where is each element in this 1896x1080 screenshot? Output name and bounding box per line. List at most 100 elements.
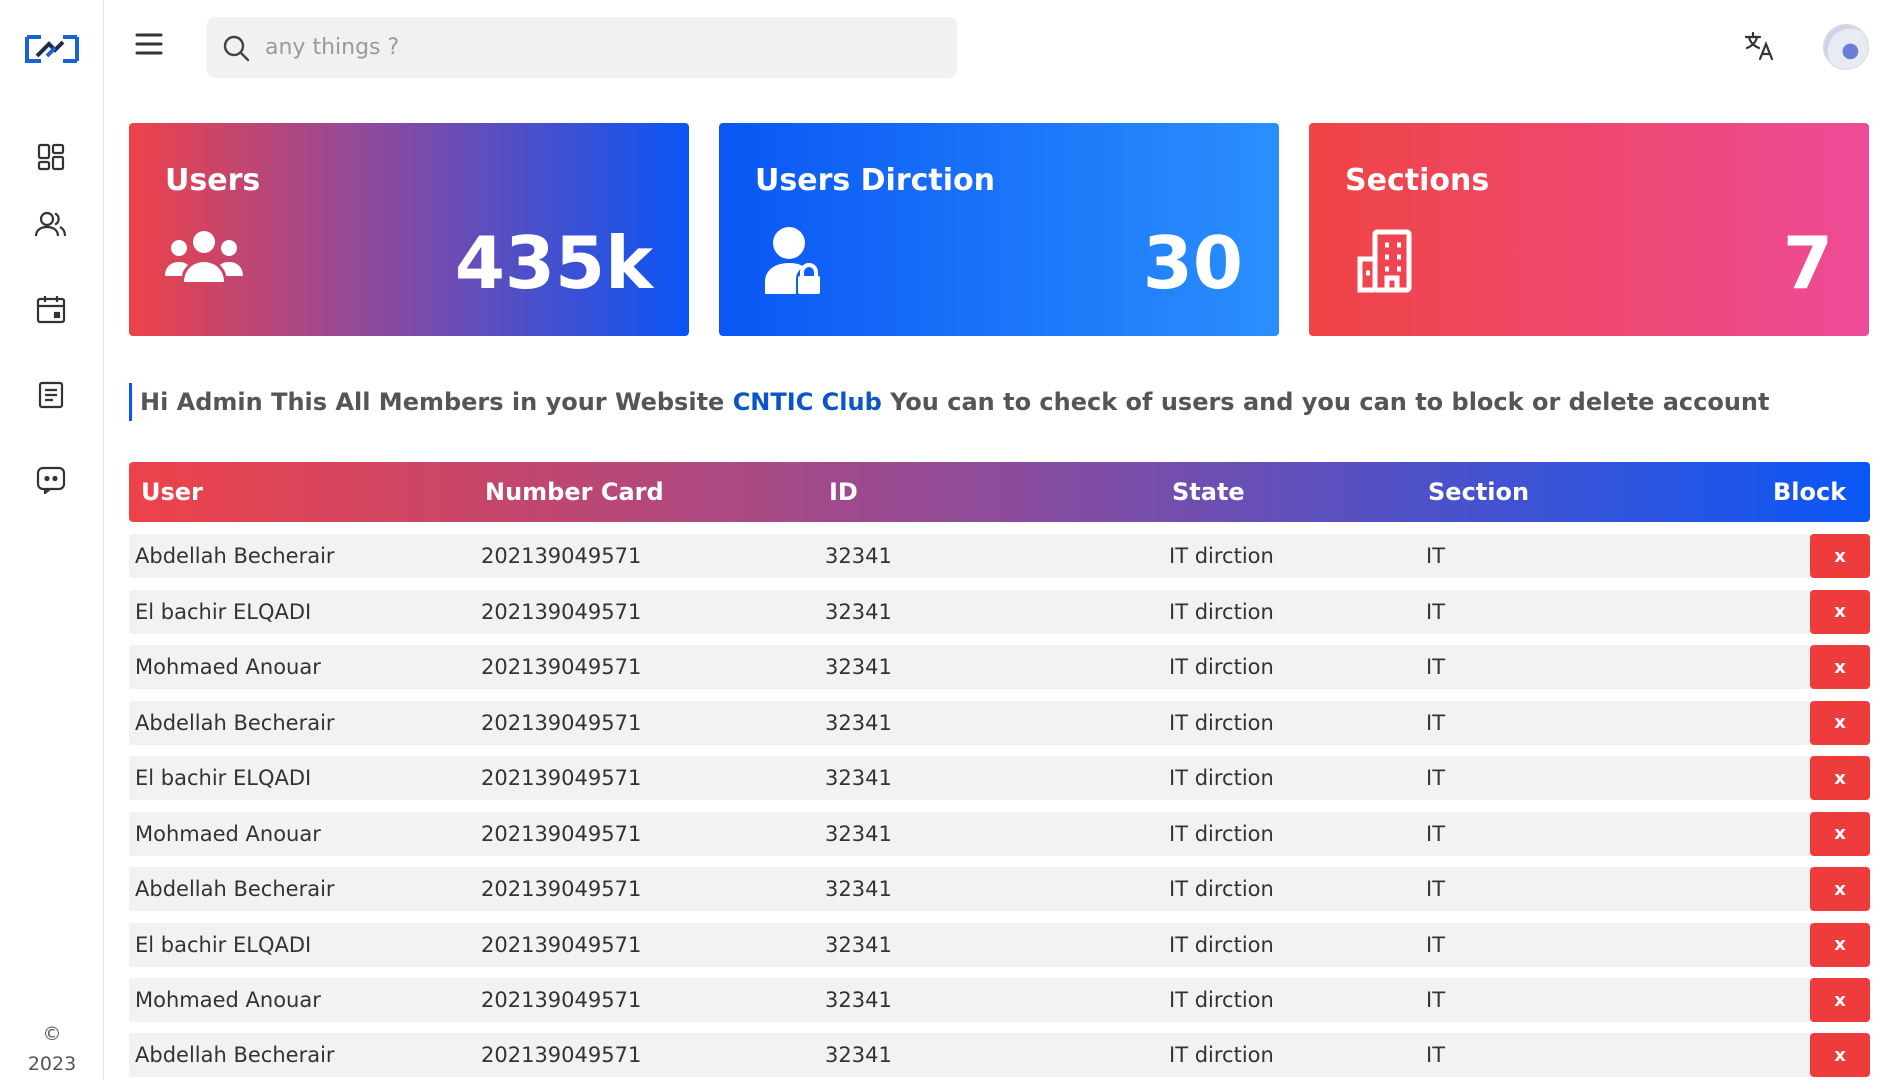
cell-user: El bachir ELQADI — [135, 766, 312, 790]
block-button[interactable]: x — [1810, 1033, 1870, 1077]
cell-id: 32341 — [825, 821, 892, 846]
cell-state: IT dirction — [1169, 988, 1274, 1012]
cell-id: 32341 — [825, 1043, 892, 1067]
col-header-section[interactable]: Section — [1428, 462, 1529, 522]
block-button[interactable]: x — [1810, 645, 1870, 689]
translate-icon[interactable] — [1744, 30, 1778, 64]
table-row: Mohmaed Anouar 202139049571 32341 IT dir… — [129, 978, 1870, 1022]
cell-number-card: 202139049571 — [481, 932, 642, 957]
cell-state: IT dirction — [1169, 655, 1274, 679]
stat-title: Users — [165, 163, 261, 198]
building-icon — [1355, 229, 1413, 297]
cell-section: IT — [1426, 766, 1446, 790]
cell-section: IT — [1426, 655, 1446, 679]
col-header-block[interactable]: Block — [1773, 462, 1846, 522]
users-icon[interactable] — [34, 207, 68, 241]
stat-value: 7 — [1782, 221, 1833, 305]
cell-section: IT — [1426, 599, 1446, 624]
table-row: Abdellah Becherair 202139049571 32341 IT… — [129, 1033, 1870, 1077]
cell-section: IT — [1426, 1043, 1446, 1067]
block-button[interactable]: x — [1810, 534, 1870, 578]
cell-state: IT dirction — [1169, 932, 1274, 957]
cell-id: 32341 — [825, 599, 892, 624]
cell-id: 32341 — [825, 877, 892, 901]
block-button[interactable]: x — [1810, 589, 1870, 634]
search-icon — [223, 35, 250, 61]
stat-title: Sections — [1345, 163, 1490, 198]
table-row: Mohmaed Anouar 202139049571 32341 IT dir… — [129, 811, 1870, 856]
user-lock-icon — [765, 226, 823, 298]
avatar[interactable] — [1823, 24, 1869, 70]
cell-user: Abdellah Becherair — [135, 544, 335, 568]
cell-id: 32341 — [825, 655, 892, 679]
cell-user: Abdellah Becherair — [135, 1043, 335, 1067]
table-row: Mohmaed Anouar 202139049571 32341 IT dir… — [129, 645, 1870, 689]
members-table-header: User Number Card ID State Section Block — [129, 462, 1870, 522]
cell-state: IT dirction — [1169, 1043, 1274, 1067]
cell-user: Mohmaed Anouar — [135, 655, 321, 679]
search-bar[interactable] — [207, 17, 957, 78]
table-row: El bachir ELQADI 202139049571 32341 IT d… — [129, 922, 1870, 967]
stat-card-users-direction[interactable]: Users Dirction 30 — [719, 123, 1279, 336]
cell-id: 32341 — [825, 932, 892, 957]
cell-number-card: 202139049571 — [481, 544, 642, 568]
cell-number-card: 202139049571 — [481, 821, 642, 846]
cell-number-card: 202139049571 — [481, 877, 642, 901]
block-button[interactable]: x — [1810, 867, 1870, 911]
copyright-year: 2023 — [27, 1053, 77, 1075]
col-header-state[interactable]: State — [1172, 462, 1245, 522]
cell-id: 32341 — [825, 766, 892, 790]
cell-number-card: 202139049571 — [481, 599, 642, 624]
col-header-id[interactable]: ID — [829, 462, 858, 522]
stat-value: 435k — [454, 221, 653, 305]
cell-state: IT dirction — [1169, 710, 1274, 735]
block-button[interactable]: x — [1810, 811, 1870, 856]
brand-logo[interactable] — [25, 34, 79, 64]
cell-state: IT dirction — [1169, 544, 1274, 568]
document-icon[interactable] — [34, 378, 68, 412]
cell-user: Abdellah Becherair — [135, 710, 335, 735]
chat-icon[interactable] — [34, 463, 68, 497]
copyright-symbol: © — [42, 1023, 62, 1045]
stat-value: 30 — [1142, 221, 1243, 305]
dashboard-icon[interactable] — [34, 140, 68, 174]
cell-section: IT — [1426, 877, 1446, 901]
cell-state: IT dirction — [1169, 766, 1274, 790]
stat-card-sections[interactable]: Sections 7 — [1309, 123, 1869, 336]
cell-state: IT dirction — [1169, 821, 1274, 846]
cell-user: El bachir ELQADI — [135, 599, 312, 624]
search-input[interactable] — [265, 35, 905, 60]
sidebar: © 2023 — [0, 0, 104, 1080]
cell-section: IT — [1426, 544, 1446, 568]
cell-section: IT — [1426, 932, 1446, 957]
table-row: Abdellah Becherair 202139049571 32341 IT… — [129, 700, 1870, 745]
col-header-number-card[interactable]: Number Card — [485, 462, 664, 522]
block-button[interactable]: x — [1810, 756, 1870, 800]
cell-user: Abdellah Becherair — [135, 877, 335, 901]
table-row: El bachir ELQADI 202139049571 32341 IT d… — [129, 756, 1870, 800]
cell-user: El bachir ELQADI — [135, 932, 312, 957]
cell-user: Mohmaed Anouar — [135, 821, 321, 846]
cell-number-card: 202139049571 — [481, 766, 642, 790]
cell-section: IT — [1426, 988, 1446, 1012]
cell-number-card: 202139049571 — [481, 1043, 642, 1067]
col-header-user[interactable]: User — [141, 462, 203, 522]
stat-card-users[interactable]: Users 435k — [129, 123, 689, 336]
cell-user: Mohmaed Anouar — [135, 988, 321, 1012]
hamburger-menu-icon[interactable] — [134, 30, 168, 64]
cell-number-card: 202139049571 — [481, 988, 642, 1012]
table-row: Abdellah Becherair 202139049571 32341 IT… — [129, 534, 1870, 578]
cell-state: IT dirction — [1169, 599, 1274, 624]
intro-text-after: You can to check of users and you can to… — [881, 388, 1770, 416]
block-button[interactable]: x — [1810, 978, 1870, 1022]
users-group-icon — [165, 228, 243, 288]
block-button[interactable]: x — [1810, 922, 1870, 967]
table-row: El bachir ELQADI 202139049571 32341 IT d… — [129, 589, 1870, 634]
cell-id: 32341 — [825, 544, 892, 568]
cell-state: IT dirction — [1169, 877, 1274, 901]
block-button[interactable]: x — [1810, 700, 1870, 745]
table-row: Abdellah Becherair 202139049571 32341 IT… — [129, 867, 1870, 911]
intro-text-before: Hi Admin This All Members in your Websit… — [140, 388, 733, 416]
calendar-icon[interactable] — [34, 292, 68, 326]
intro-text: Hi Admin This All Members in your Websit… — [129, 383, 1769, 421]
